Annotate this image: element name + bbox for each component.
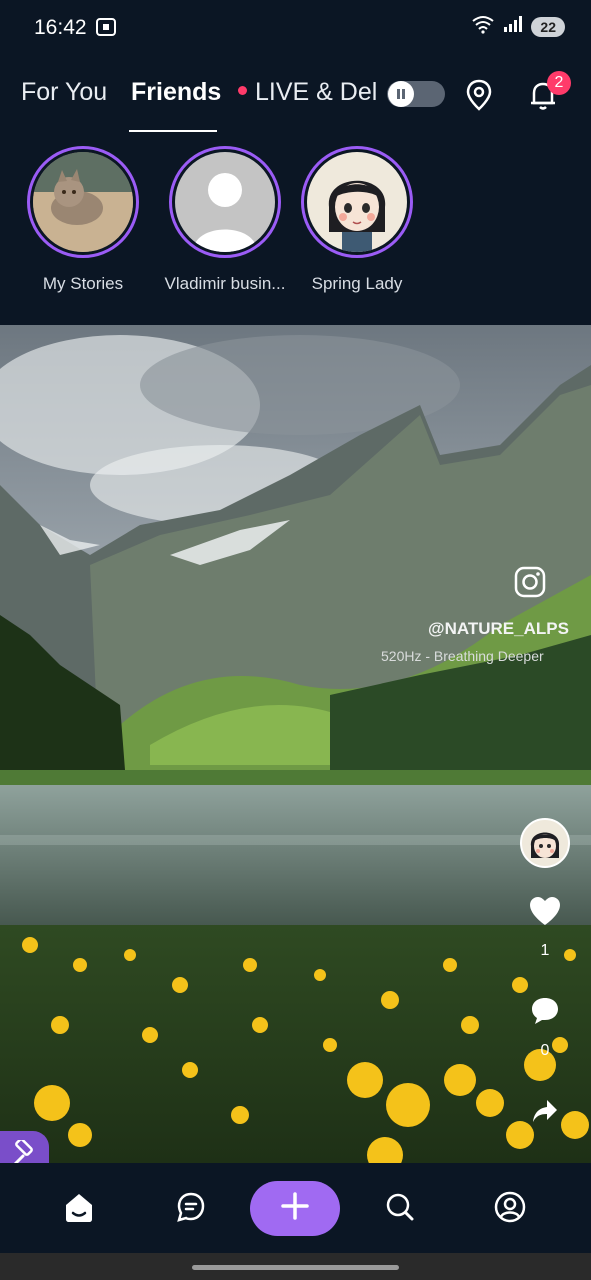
- search-icon[interactable]: [385, 1191, 415, 1228]
- heart-icon: [528, 897, 562, 931]
- story-ring: [27, 146, 139, 258]
- creator-avatar[interactable]: [519, 818, 571, 873]
- live-dot-icon: [238, 85, 247, 95]
- active-tab-indicator: [129, 130, 217, 132]
- story-ring: [301, 146, 413, 258]
- instagram-icon[interactable]: [513, 565, 547, 604]
- battery-indicator: 22: [531, 16, 565, 37]
- story-avatar-girl: [307, 152, 407, 252]
- song-title[interactable]: 520Hz - Breathing Deeper: [381, 648, 544, 664]
- comment-icon: [529, 998, 561, 1031]
- signal-icon: [503, 15, 523, 38]
- notification-badge: 2: [547, 71, 571, 95]
- story-ring: [169, 146, 281, 258]
- status-bar: 16:42 22: [0, 0, 591, 56]
- tab-friends[interactable]: Friends: [131, 78, 221, 107]
- creator-handle[interactable]: @NATURE_ALPS: [428, 619, 569, 639]
- comment-count: 0: [540, 1042, 550, 1059]
- story-label: My Stories: [42, 274, 124, 293]
- home-indicator-bar[interactable]: [192, 1265, 399, 1270]
- top-nav: For You Friends LIVE & Del 2: [0, 71, 591, 132]
- story-label: Spring Lady: [311, 274, 403, 293]
- stories-row: My Stories Vladimir busin... Spring Lady: [0, 146, 591, 306]
- wifi-icon: [471, 14, 495, 39]
- autoplay-toggle[interactable]: [387, 81, 445, 107]
- status-time: 16:42: [34, 16, 87, 39]
- story-item[interactable]: Spring Lady: [287, 146, 427, 294]
- tab-live[interactable]: LIVE & Del: [238, 78, 376, 107]
- tab-for-you[interactable]: For You: [21, 78, 107, 107]
- video-player[interactable]: @NATURE_ALPS 520Hz - Breathing Deeper 1 …: [0, 325, 591, 1163]
- share-button[interactable]: [519, 1098, 571, 1129]
- home-icon[interactable]: [63, 1191, 95, 1230]
- location-pin-icon[interactable]: [464, 78, 494, 117]
- messages-icon[interactable]: [176, 1191, 206, 1228]
- default-avatar-icon: [175, 152, 275, 252]
- story-label: Vladimir busin...: [164, 274, 286, 293]
- like-button[interactable]: 1: [519, 895, 571, 960]
- system-nav-area: [0, 1253, 591, 1280]
- bottom-nav: [0, 1163, 591, 1253]
- screen-record-icon: [95, 17, 117, 42]
- story-item[interactable]: My Stories: [13, 146, 153, 294]
- tab-live-label: LIVE & Del: [255, 78, 376, 106]
- share-icon: [531, 1100, 559, 1128]
- like-count: 1: [540, 942, 550, 959]
- video-frame-landscape: [0, 325, 591, 1163]
- story-avatar-cat: [33, 152, 133, 252]
- comment-button[interactable]: 0: [519, 995, 571, 1060]
- story-item[interactable]: Vladimir busin...: [155, 146, 295, 294]
- pause-icon: [388, 81, 414, 107]
- plus-icon: [280, 1191, 310, 1226]
- create-button[interactable]: [250, 1181, 340, 1236]
- profile-icon[interactable]: [494, 1191, 526, 1228]
